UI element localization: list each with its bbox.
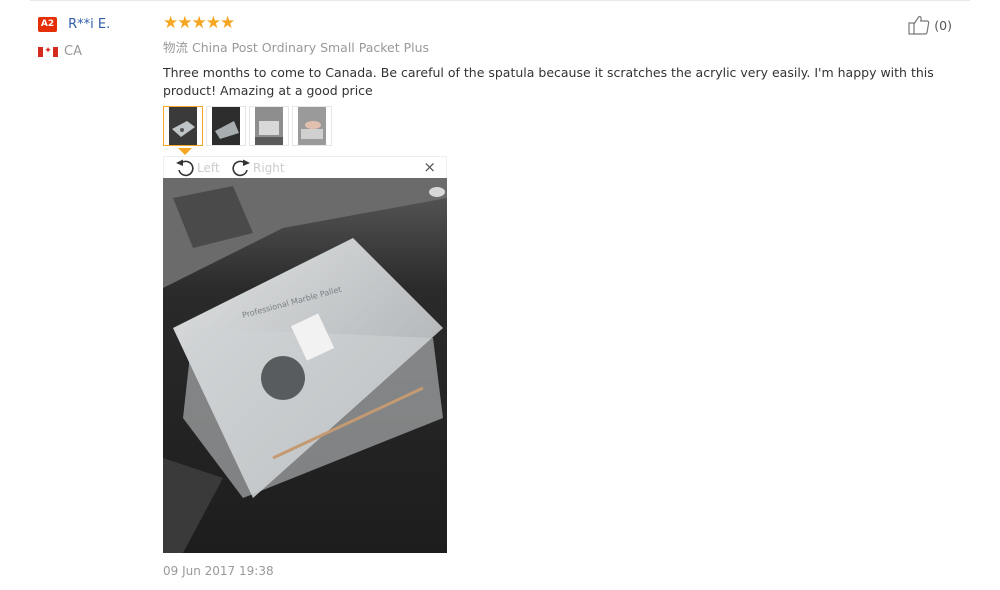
review-date: 09 Jun 2017 19:38 <box>163 564 274 578</box>
buyer-level-badge: A2 <box>38 17 57 32</box>
selected-thumbnail-pointer <box>178 148 192 155</box>
star-rating: ★★★★★ <box>163 13 235 33</box>
rotate-right-button[interactable]: Right <box>230 159 285 177</box>
reviewer-country: ✦ CA <box>38 44 158 59</box>
review-photo: Professional Marble Pallet <box>163 178 447 553</box>
reviewer-info: A2 R**i E. ✦ CA <box>38 14 158 59</box>
rotate-right-icon <box>232 159 250 177</box>
rotate-left-label: Left <box>197 161 220 175</box>
review-photo-thumbnails <box>163 106 332 146</box>
shipping-method: China Post Ordinary Small Packet Plus <box>192 40 430 55</box>
photo-thumbnail[interactable] <box>163 106 203 146</box>
product-photo-thumbnail <box>169 107 197 145</box>
reviewer-name: R**i E. <box>68 17 111 32</box>
divider <box>30 0 970 1</box>
close-icon[interactable]: × <box>423 158 436 176</box>
canada-flag-icon: ✦ <box>38 46 58 57</box>
viewer-toolbar: Left Right × <box>163 156 447 178</box>
rotate-left-button[interactable]: Left <box>174 159 220 177</box>
rotate-left-icon <box>176 159 194 177</box>
helpful-count: (0) <box>934 17 952 33</box>
shipping-label: 物流 <box>163 40 189 55</box>
photo-thumbnail[interactable] <box>206 106 246 146</box>
photo-viewer: Left Right × Professional Marble Pallet <box>163 156 447 553</box>
product-photo-thumbnail <box>212 107 240 145</box>
thumbs-up-icon <box>908 15 930 35</box>
product-photo-thumbnail <box>255 107 283 145</box>
helpful-button[interactable]: (0) <box>908 15 952 35</box>
country-code: CA <box>64 44 82 59</box>
photo-thumbnail[interactable] <box>249 106 289 146</box>
review-text: Three months to come to Canada. Be caref… <box>163 65 934 98</box>
product-photo-thumbnail <box>298 107 326 145</box>
photo-thumbnail[interactable] <box>292 106 332 146</box>
review-body: ★★★★★ 物流 China Post Ordinary Small Packe… <box>163 13 963 100</box>
shipping-info: 物流 China Post Ordinary Small Packet Plus <box>163 37 963 56</box>
rotate-right-label: Right <box>253 161 285 175</box>
